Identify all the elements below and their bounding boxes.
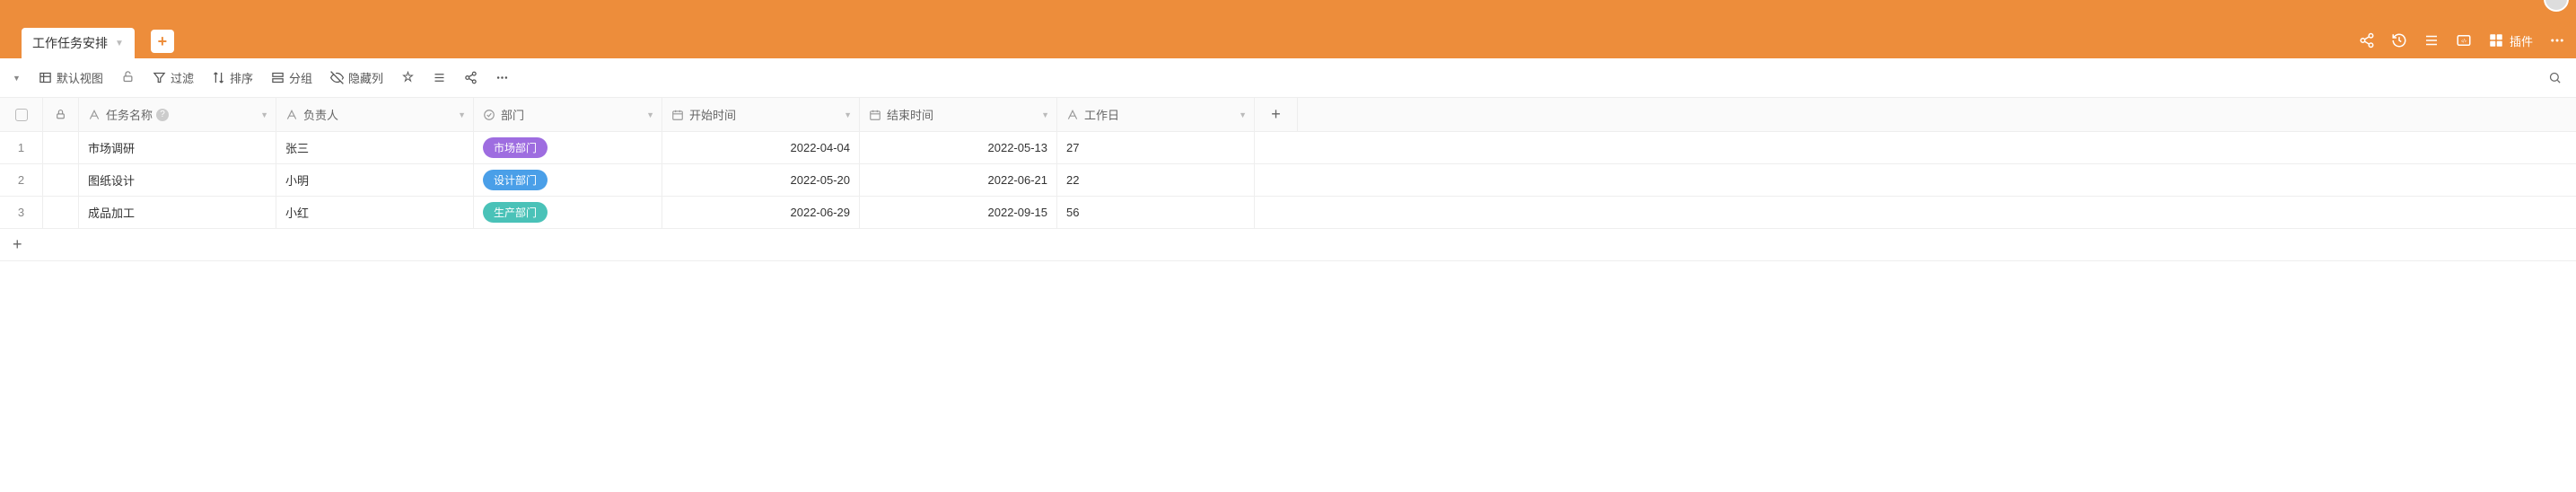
cell-owner[interactable]: 小明 [276,164,474,196]
cell-dept[interactable]: 设计部门 [474,164,662,196]
more-toolbar-icon[interactable] [495,71,509,84]
cell-start[interactable]: 2022-04-04 [662,132,860,163]
row-lock-cell [43,197,79,228]
sort-button[interactable]: 排序 [212,69,253,86]
table-row[interactable]: 2 图纸设计小明设计部门 2022-05-202022-06-2122 [0,164,2576,197]
lock-column-header [43,98,79,131]
cell-end[interactable]: 2022-05-13 [860,132,1057,163]
tab-bar: 工作任务安排 ▼ + ‹/› 插件 [0,22,2576,58]
cell-end[interactable]: 2022-06-21 [860,164,1057,196]
column-header-task[interactable]: 任务名称 ? ▼ [79,98,276,131]
column-label: 任务名称 [106,106,153,123]
column-label: 结束时间 [887,106,933,123]
view-selector[interactable]: 默认视图 [39,69,103,86]
row-number: 1 [0,132,43,163]
sort-label: 排序 [230,69,253,86]
cell-start[interactable]: 2022-05-20 [662,164,860,196]
column-label: 开始时间 [689,106,736,123]
share-view-icon[interactable] [464,71,478,84]
table-row[interactable]: 1 市场调研张三市场部门 2022-04-042022-05-1327 [0,132,2576,164]
text-type-icon [285,109,298,121]
text-type-icon [1066,109,1079,121]
column-label: 负责人 [303,106,338,123]
tab-label: 工作任务安排 [32,34,108,52]
avatar[interactable] [2544,0,2569,12]
cell-start[interactable]: 2022-06-29 [662,197,860,228]
table-tab[interactable]: 工作任务安排 ▼ [22,28,135,58]
list-icon[interactable] [2423,32,2440,48]
row-number: 3 [0,197,43,228]
cell-days[interactable]: 56 [1057,197,1255,228]
single-select-type-icon [483,109,495,121]
tab-bar-actions: ‹/› 插件 [2359,22,2565,58]
chevron-down-icon[interactable]: ▼ [1041,110,1049,119]
cell-end[interactable]: 2022-09-15 [860,197,1057,228]
add-row-button[interactable]: + [0,229,2576,261]
column-header-dept[interactable]: 部门 ▼ [474,98,662,131]
select-all-header[interactable] [0,98,43,131]
dept-tag: 生产部门 [483,202,548,223]
dept-tag: 市场部门 [483,137,548,158]
cell-owner[interactable]: 张三 [276,132,474,163]
chevron-down-icon[interactable]: ▼ [260,110,268,119]
cell-owner[interactable]: 小红 [276,197,474,228]
row-height-icon[interactable] [433,71,446,84]
column-header-start[interactable]: 开始时间 ▼ [662,98,860,131]
search-icon[interactable] [2548,71,2562,84]
group-button[interactable]: 分组 [271,69,312,86]
cell-task[interactable]: 成品加工 [79,197,276,228]
filter-button[interactable]: 过滤 [153,69,194,86]
chevron-down-icon[interactable]: ▼ [458,110,466,119]
group-label: 分组 [289,69,312,86]
dept-tag: 设计部门 [483,170,548,190]
table-row[interactable]: 3 成品加工小红生产部门 2022-06-292022-09-1556 [0,197,2576,229]
data-grid: 任务名称 ? ▼ 负责人 ▼ 部门 ▼ 开始时间 ▼ 结束时间 ▼ 工作日 ▼ [0,98,2576,261]
date-type-icon [869,109,881,121]
row-lock-cell [43,132,79,163]
chevron-down-icon[interactable]: ▼ [115,39,124,48]
collapse-views-icon[interactable]: ▼ [13,74,21,83]
cell-task[interactable]: 市场调研 [79,132,276,163]
lock-icon[interactable] [121,70,135,86]
row-lock-cell [43,164,79,196]
api-icon[interactable]: ‹/› [2456,32,2472,48]
format-icon[interactable] [401,71,415,84]
grid-header-row: 任务名称 ? ▼ 负责人 ▼ 部门 ▼ 开始时间 ▼ 结束时间 ▼ 工作日 ▼ [0,98,2576,132]
history-icon[interactable] [2391,32,2407,48]
column-header-owner[interactable]: 负责人 ▼ [276,98,474,131]
share-icon[interactable] [2359,32,2375,48]
column-header-days[interactable]: 工作日 ▼ [1057,98,1255,131]
column-label: 部门 [501,106,524,123]
cell-dept[interactable]: 生产部门 [474,197,662,228]
checkbox-icon[interactable] [15,109,28,121]
cell-days[interactable]: 22 [1057,164,1255,196]
view-toolbar: ▼ 默认视图 过滤 排序 分组 隐藏列 [0,58,2576,98]
filter-label: 过滤 [171,69,194,86]
top-header-strip [0,0,2576,22]
row-number: 2 [0,164,43,196]
more-icon[interactable] [2549,32,2565,48]
cell-days[interactable]: 27 [1057,132,1255,163]
svg-text:‹/›: ‹/› [2461,39,2466,44]
column-label: 工作日 [1084,106,1119,123]
text-type-icon [88,109,101,121]
hide-columns-button[interactable]: 隐藏列 [330,69,383,86]
cell-task[interactable]: 图纸设计 [79,164,276,196]
chevron-down-icon[interactable]: ▼ [646,110,654,119]
cell-dept[interactable]: 市场部门 [474,132,662,163]
help-icon[interactable]: ? [156,109,169,121]
date-type-icon [671,109,684,121]
hide-label: 隐藏列 [348,69,383,86]
add-table-button[interactable]: + [151,30,174,53]
column-header-end[interactable]: 结束时间 ▼ [860,98,1057,131]
chevron-down-icon[interactable]: ▼ [1239,110,1247,119]
view-name: 默认视图 [57,69,103,86]
chevron-down-icon[interactable]: ▼ [844,110,852,119]
plugin-button[interactable]: 插件 [2488,32,2533,49]
add-column-button[interactable]: + [1255,98,1298,131]
plugin-label: 插件 [2510,32,2533,49]
